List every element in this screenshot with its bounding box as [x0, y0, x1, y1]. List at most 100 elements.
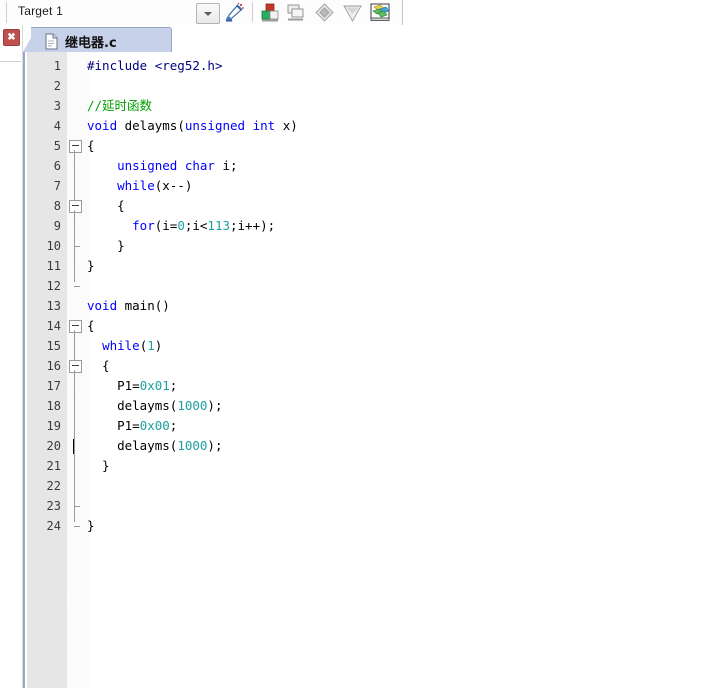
code-lines: 1 #include <reg52.h> 2 3//延时函数 4 void delayms…	[25, 56, 708, 536]
left-dock-strip: ✖	[0, 25, 23, 688]
code-line[interactable]: 19 P1=0x00;	[25, 416, 708, 436]
code-text: //延时函数	[87, 98, 153, 113]
translate-file-icon[interactable]	[342, 2, 363, 23]
code-text: {	[87, 138, 95, 153]
code-text: #include <reg52.h>	[87, 58, 223, 73]
code-text: unsigned char i;	[117, 158, 238, 173]
code-line[interactable]: 3 //延时函数	[25, 96, 708, 116]
line-number: 2	[53, 79, 61, 93]
code-line[interactable]: 10 }	[25, 236, 708, 256]
code-line[interactable]: 22	[25, 476, 708, 496]
code-line[interactable]: 18 delayms(1000);	[25, 396, 708, 416]
target-dropdown-button[interactable]	[196, 3, 220, 24]
code-text: void main()	[87, 298, 170, 313]
code-text: }	[87, 258, 95, 273]
line-number: 16	[46, 359, 61, 373]
fold-toggle-box[interactable]	[69, 360, 82, 373]
toolbar-divider	[6, 2, 7, 23]
code-text: }	[87, 238, 125, 253]
line-number: 1	[53, 59, 61, 73]
code-line[interactable]: 13 void main()	[25, 296, 708, 316]
code-text: }	[87, 458, 110, 473]
code-line[interactable]: 9 for(i=0;i<113;i++);	[25, 216, 708, 236]
code-text: while(1)	[102, 338, 163, 353]
line-number: 22	[46, 479, 61, 493]
editor-panel: 继电器.c 1 #include <reg52.h> 2 3//延时函数 4 void d…	[23, 25, 708, 688]
rebuild-all-icon[interactable]	[286, 2, 307, 23]
line-number: 8	[53, 199, 61, 213]
code-line[interactable]: 6 unsigned char i;	[25, 156, 708, 176]
code-text: delayms(1000);	[87, 438, 223, 453]
code-line[interactable]: 12	[25, 276, 708, 296]
code-line[interactable]: 14 {	[25, 316, 708, 336]
line-number: 3	[53, 99, 61, 113]
code-line[interactable]: 23	[25, 496, 708, 516]
line-number: 13	[46, 299, 61, 313]
line-number: 6	[53, 159, 61, 173]
build-wizard-icon[interactable]	[224, 2, 245, 23]
code-text: P1=0x00;	[87, 418, 178, 433]
line-number: 18	[46, 399, 61, 413]
code-line[interactable]: 5{	[25, 136, 708, 156]
code-text: }	[87, 518, 95, 533]
fold-guide-line	[74, 370, 75, 502]
target-selector-label[interactable]: Target 1	[18, 4, 63, 18]
line-number: 21	[46, 459, 61, 473]
line-number: 4	[53, 119, 61, 133]
chevron-down-icon	[204, 11, 212, 16]
fold-toggle-box[interactable]	[69, 320, 82, 333]
fold-end-tick	[74, 286, 80, 287]
code-text: P1=0x01;	[87, 378, 178, 393]
code-line[interactable]: 2	[25, 76, 708, 96]
line-number: 23	[46, 499, 61, 513]
fold-end-tick	[74, 246, 80, 247]
code-line[interactable]: 17 P1=0x01;	[25, 376, 708, 396]
code-line[interactable]: 7 while(x--)	[25, 176, 708, 196]
code-text: for(i=0;i<113;i++);	[132, 218, 276, 233]
editor-tab-relay-c[interactable]: 继电器.c	[31, 27, 172, 53]
line-number: 19	[46, 419, 61, 433]
code-line[interactable]: 20 delayms(1000);	[25, 436, 708, 456]
code-text: {	[87, 198, 125, 213]
code-text: delayms(1000);	[87, 398, 223, 413]
toolbar-divider-2	[252, 2, 253, 22]
line-number: 5	[53, 139, 61, 153]
code-frame: 1 #include <reg52.h> 2 3//延时函数 4 void delayms…	[23, 52, 708, 688]
code-text: {	[87, 358, 110, 373]
line-number: 14	[46, 319, 61, 333]
code-line[interactable]: 24}	[25, 516, 708, 536]
code-line[interactable]: 21 }	[25, 456, 708, 476]
fold-guide-line	[74, 210, 75, 242]
build-target-icon[interactable]	[260, 2, 281, 23]
fold-end-tick	[74, 526, 80, 527]
code-line[interactable]: 1 #include <reg52.h>	[25, 56, 708, 76]
target-options-icon[interactable]	[370, 2, 391, 23]
code-line[interactable]: 15 while(1)	[25, 336, 708, 356]
code-line[interactable]: 16 {	[25, 356, 708, 376]
fold-end-tick	[74, 506, 80, 507]
code-line[interactable]: 8 {	[25, 196, 708, 216]
main-toolbar: Target 1	[0, 0, 708, 26]
line-number: 15	[46, 339, 61, 353]
code-text: while(x--)	[117, 178, 193, 193]
editor-tab-label: 继电器.c	[65, 36, 117, 51]
left-dock-body	[0, 61, 21, 688]
code-line[interactable]: 4 void delayms(unsigned int x)	[25, 116, 708, 136]
fold-toggle-box[interactable]	[69, 140, 82, 153]
editor-tabstrip: 继电器.c	[23, 25, 708, 53]
line-number: 9	[53, 219, 61, 233]
keil-uvision-window: Target 1 ✖ 继电器.c 1 #include <reg52.h> 2 …	[0, 0, 708, 688]
close-window-button[interactable]: ✖	[3, 29, 20, 46]
code-line[interactable]: 11}	[25, 256, 708, 276]
line-number: 10	[46, 239, 61, 253]
document-icon	[45, 33, 58, 50]
fold-toggle-box[interactable]	[69, 200, 82, 213]
line-number: 24	[46, 519, 61, 533]
line-number: 11	[46, 259, 61, 273]
line-number: 20	[46, 439, 61, 453]
line-number: 12	[46, 279, 61, 293]
line-number: 7	[53, 179, 61, 193]
code-text: void delayms(unsigned int x)	[87, 118, 298, 133]
batch-build-icon[interactable]	[314, 2, 335, 23]
code-text: {	[87, 318, 95, 333]
